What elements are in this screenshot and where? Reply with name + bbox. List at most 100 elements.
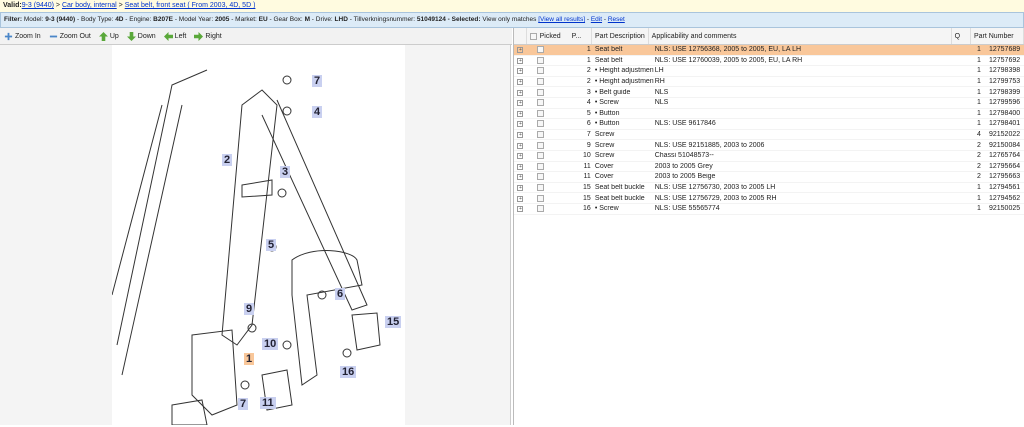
picked-checkbox[interactable] — [537, 99, 545, 107]
table-row[interactable]: + 4 • Screw NLS 1 12799596 — [514, 98, 1024, 109]
picked-cell[interactable] — [527, 88, 555, 96]
expand-icon[interactable]: + — [517, 132, 524, 139]
select-all-checkbox[interactable] — [529, 32, 537, 40]
picked-checkbox[interactable] — [537, 109, 545, 117]
breadcrumb-section[interactable]: Seat belt, front seat ( From 2003, 4D, 5… — [125, 2, 256, 9]
expand-icon[interactable]: + — [517, 185, 524, 192]
breadcrumb-model[interactable]: 9-3 (9440) — [22, 2, 54, 9]
picked-cell[interactable] — [527, 46, 555, 54]
down-button[interactable]: Down — [126, 31, 156, 41]
expand-cell[interactable]: + — [514, 131, 527, 139]
expand-icon[interactable]: + — [517, 174, 524, 181]
expand-cell[interactable]: + — [514, 120, 527, 128]
expand-icon[interactable]: + — [517, 206, 524, 213]
table-row[interactable]: + 2 • Height adjustment RH 1 12799753 — [514, 77, 1024, 88]
callout-6[interactable]: 6 — [335, 288, 346, 300]
expand-icon[interactable]: + — [517, 142, 524, 149]
picked-cell[interactable] — [527, 131, 555, 139]
picked-checkbox[interactable] — [537, 152, 545, 160]
picked-cell[interactable] — [527, 67, 555, 75]
expand-icon[interactable]: + — [517, 163, 524, 170]
expand-cell[interactable]: + — [514, 173, 527, 181]
expand-icon[interactable]: + — [517, 153, 524, 160]
table-row[interactable]: + 1 Seat belt NLS: USE 12760039, 2005 to… — [514, 56, 1024, 67]
picked-cell[interactable] — [527, 205, 555, 213]
table-row[interactable]: + 1 Seat belt NLS: USE 12756368, 2005 to… — [514, 45, 1024, 56]
callout-1[interactable]: 1 — [244, 353, 255, 365]
left-button[interactable]: Left — [163, 31, 186, 41]
table-row[interactable]: + 3 • Belt guide NLS 1 12798399 — [514, 87, 1024, 98]
picked-checkbox[interactable] — [537, 56, 545, 64]
table-row[interactable]: + 5 • Button 1 12798400 — [514, 109, 1024, 120]
parts-diagram[interactable]: 7 4 2 3 5 6 15 9 10 1 16 7 11 — [111, 45, 405, 426]
expand-icon[interactable]: + — [517, 89, 524, 96]
part-number-header[interactable]: Part Number — [971, 28, 1024, 44]
right-button[interactable]: Right — [194, 31, 222, 41]
table-row[interactable]: + 15 Seat belt buckle NLS: USE 12756730,… — [514, 183, 1024, 194]
expand-cell[interactable]: + — [514, 110, 527, 117]
expand-cell[interactable]: + — [514, 205, 527, 213]
expand-icon[interactable]: + — [517, 68, 524, 75]
edit-link[interactable]: Edit — [591, 16, 602, 23]
picked-cell[interactable] — [527, 184, 555, 192]
expand-icon[interactable]: + — [517, 79, 524, 86]
callout-15[interactable]: 15 — [385, 316, 402, 328]
table-row[interactable]: + 10 Screw Chassi 51048573-- 2 12765764 — [514, 151, 1024, 162]
expand-icon[interactable]: + — [517, 110, 524, 117]
picked-checkbox[interactable] — [537, 78, 545, 86]
table-row[interactable]: + 11 Cover 2003 to 2005 Beige 2 12795663 — [514, 172, 1024, 183]
expand-cell[interactable]: + — [514, 57, 527, 64]
expand-cell[interactable]: + — [514, 163, 527, 170]
callout-4[interactable]: 4 — [312, 106, 323, 118]
picked-checkbox[interactable] — [537, 141, 545, 149]
expand-cell[interactable]: + — [514, 67, 527, 75]
callout-2[interactable]: 2 — [222, 154, 233, 166]
callout-9[interactable]: 9 — [244, 303, 255, 315]
zoom-out-button[interactable]: Zoom Out — [49, 32, 91, 41]
picked-checkbox[interactable] — [537, 162, 545, 170]
picked-cell[interactable] — [527, 56, 555, 64]
callout-7[interactable]: 7 — [312, 75, 323, 87]
picked-checkbox[interactable] — [537, 67, 545, 75]
callout-3[interactable]: 3 — [280, 166, 291, 178]
expand-cell[interactable]: + — [514, 99, 527, 107]
expand-cell[interactable]: + — [514, 195, 527, 202]
picked-cell[interactable] — [527, 120, 555, 128]
callout-11[interactable]: 11 — [260, 397, 276, 409]
picked-checkbox[interactable] — [537, 131, 545, 139]
picked-cell[interactable] — [527, 99, 555, 107]
picked-cell[interactable] — [527, 162, 555, 170]
picked-checkbox[interactable] — [537, 46, 545, 54]
table-row[interactable]: + 11 Cover 2003 to 2005 Grey 2 12795664 — [514, 162, 1024, 173]
expand-cell[interactable]: + — [514, 142, 527, 149]
up-button[interactable]: Up — [98, 31, 119, 41]
table-row[interactable]: + 6 • Button NLS: USE 9617846 1 12798401 — [514, 119, 1024, 130]
expand-cell[interactable]: + — [514, 152, 527, 160]
picked-cell[interactable] — [527, 173, 555, 181]
callout-10[interactable]: 10 — [262, 338, 279, 350]
table-row[interactable]: + 16 • Screw NLS: USE 55565774 1 9215002… — [514, 204, 1024, 215]
zoom-in-button[interactable]: Zoom In — [4, 32, 41, 41]
picked-cell[interactable] — [527, 78, 555, 86]
picked-cell[interactable] — [527, 194, 555, 202]
picked-cell[interactable] — [527, 152, 555, 160]
picked-header[interactable]: Picked P... — [527, 28, 592, 44]
reset-link[interactable]: Reset — [608, 16, 625, 23]
expand-cell[interactable]: + — [514, 184, 527, 192]
expand-cell[interactable]: + — [514, 89, 527, 96]
table-row[interactable]: + 9 Screw NLS: USE 92151885, 2003 to 200… — [514, 140, 1024, 151]
expand-icon[interactable]: + — [517, 100, 524, 107]
view-all-link[interactable]: [View all results] — [538, 16, 585, 23]
breadcrumb-group[interactable]: Car body, internal — [62, 2, 117, 9]
pos-header[interactable]: P... — [572, 33, 582, 40]
callout-7b[interactable]: 7 — [238, 398, 249, 410]
picked-checkbox[interactable] — [537, 205, 545, 213]
table-row[interactable]: + 15 Seat belt buckle NLS: USE 12756729,… — [514, 193, 1024, 204]
picked-checkbox[interactable] — [537, 184, 545, 192]
picked-checkbox[interactable] — [537, 173, 545, 181]
desc-header[interactable]: Part Description — [592, 28, 649, 44]
callout-16[interactable]: 16 — [340, 366, 357, 378]
table-row[interactable]: + 7 Screw 4 92152022 — [514, 130, 1024, 141]
table-row[interactable]: + 2 • Height adjustment LH 1 12798398 — [514, 66, 1024, 77]
callout-5[interactable]: 5 — [266, 239, 277, 251]
